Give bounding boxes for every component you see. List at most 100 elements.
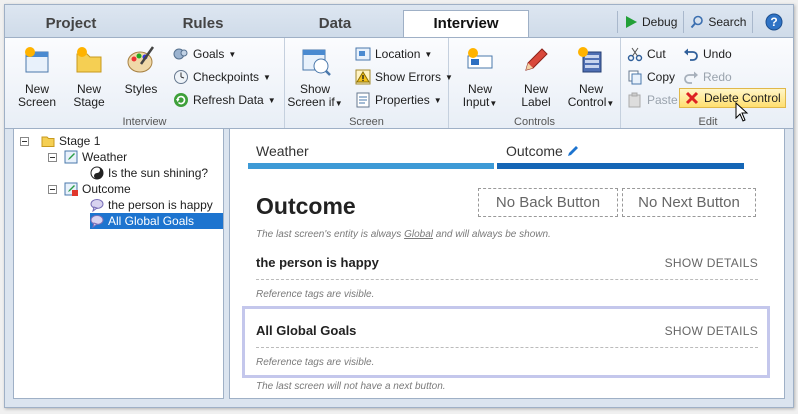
entity-note-text: The last screen's entity is always	[256, 229, 405, 240]
step-outcome[interactable]: Outcome	[506, 143, 579, 159]
cut-button[interactable]: Cut	[627, 44, 666, 64]
show-details-link[interactable]: SHOW DETAILS	[665, 324, 758, 338]
warning-icon	[355, 69, 371, 85]
collapse-toggle[interactable]	[48, 152, 57, 162]
tree-node-label: Is the sun shining?	[108, 166, 209, 180]
ribbon-group-screen: Show Screen if▼ Location ▼ Show Errors ▼ P…	[285, 38, 453, 130]
copy-label: Copy	[647, 70, 676, 84]
refresh-data-label: Refresh Data	[193, 93, 264, 107]
divider	[617, 11, 618, 33]
checkpoints-label: Checkpoints	[193, 70, 260, 84]
screen-icon	[64, 150, 78, 164]
undo-icon	[684, 48, 698, 61]
new-input-button[interactable]: New Input▼	[453, 44, 507, 110]
location-icon	[355, 47, 371, 61]
copy-icon	[628, 70, 642, 85]
location-dropdown[interactable]: Location ▼	[355, 44, 432, 64]
show-errors-dropdown[interactable]: Show Errors ▼	[355, 67, 453, 87]
tree-node-label: Outcome	[82, 182, 131, 196]
collapse-toggle[interactable]	[48, 184, 57, 194]
divider	[256, 347, 758, 348]
global-link[interactable]: Global	[404, 229, 433, 240]
properties-dropdown[interactable]: Properties ▼	[355, 90, 442, 110]
tree-node-outcome[interactable]: Outcome	[48, 181, 131, 197]
new-control-button[interactable]: New Control▼	[563, 44, 619, 110]
goals-icon	[173, 48, 188, 60]
show-screen-if-button[interactable]: Show Screen if▼	[287, 44, 343, 110]
new-screen-button[interactable]: New Screen	[11, 44, 63, 109]
redo-label: Redo	[703, 70, 732, 84]
paste-icon	[628, 92, 641, 108]
tree-node-goal[interactable]: the person is happy	[90, 197, 213, 213]
tree-node-label: All Global Goals	[108, 214, 195, 228]
new-stage-icon	[76, 47, 102, 73]
tab-project[interactable]: Project	[11, 11, 131, 37]
show-screen-if-label: Show Screen if	[287, 82, 335, 109]
pencil-icon	[525, 48, 548, 71]
tree-node-all-global-goals[interactable]: All Global Goals	[90, 213, 223, 229]
goal-control-selected[interactable]: All Global Goals SHOW DETAILS Reference …	[256, 323, 758, 371]
undo-button[interactable]: Undo	[683, 44, 732, 64]
scissors-icon	[627, 47, 643, 62]
palette-icon	[127, 46, 155, 73]
debug-label: Debug	[642, 15, 678, 29]
dropdown-arrow-icon: ▼	[606, 99, 615, 108]
no-back-button[interactable]: No Back Button	[478, 188, 618, 217]
ribbon-group-label: Interview	[122, 116, 167, 128]
tab-interview[interactable]: Interview	[403, 10, 529, 38]
tree-node-weather[interactable]: Weather	[48, 149, 127, 165]
new-label-label: New Label	[521, 82, 551, 109]
styles-label: Styles	[124, 82, 158, 96]
step-label: Weather	[256, 143, 309, 159]
tree-node-label: the person is happy	[108, 198, 213, 212]
new-control-label: New Control	[567, 82, 607, 109]
dropdown-arrow-icon: ▼	[424, 49, 433, 59]
control-title: All Global Goals	[256, 323, 357, 338]
goal-control[interactable]: the person is happy SHOW DETAILS Referen…	[256, 255, 758, 303]
delete-control-button[interactable]: Delete Control	[679, 88, 786, 108]
refresh-icon	[174, 93, 188, 107]
paste-button[interactable]: Paste	[627, 90, 678, 110]
new-stage-label: New Stage	[73, 82, 105, 109]
divider	[256, 279, 758, 280]
goals-label: Goals	[193, 47, 225, 61]
goal-bubble-icon	[90, 215, 104, 228]
new-screen-icon	[25, 47, 49, 73]
help-button[interactable]: ?	[765, 13, 783, 31]
redo-button[interactable]: Redo	[683, 67, 732, 87]
reference-tags-note: Reference tags are visible.	[256, 289, 375, 300]
outcome-screen-icon	[64, 182, 78, 196]
refresh-data-dropdown[interactable]: Refresh Data ▼	[173, 90, 276, 110]
tab-rules[interactable]: Rules	[143, 11, 263, 37]
tree-node-question[interactable]: Is the sun shining?	[90, 165, 208, 181]
checkpoints-icon	[174, 70, 188, 84]
cut-label: Cut	[647, 47, 666, 61]
paste-label: Paste	[647, 93, 678, 107]
debug-button[interactable]: Debug	[624, 15, 677, 29]
yin-yang-icon	[90, 166, 104, 180]
tab-data[interactable]: Data	[275, 11, 395, 37]
dropdown-arrow-icon: ▼	[433, 95, 442, 105]
new-input-icon	[467, 48, 493, 69]
ribbon-group-label: Controls	[514, 116, 555, 128]
search-button[interactable]: Search	[690, 15, 746, 29]
no-next-button[interactable]: No Next Button	[622, 188, 756, 217]
show-details-link[interactable]: SHOW DETAILS	[665, 256, 758, 270]
styles-button[interactable]: Styles	[117, 44, 165, 96]
collapse-toggle[interactable]	[20, 136, 29, 146]
new-label-button[interactable]: New Label	[511, 44, 561, 109]
properties-icon	[356, 92, 370, 108]
search-icon	[691, 15, 704, 29]
new-stage-button[interactable]: New Stage	[65, 44, 113, 109]
checkpoints-dropdown[interactable]: Checkpoints ▼	[173, 67, 271, 87]
step-weather[interactable]: Weather	[256, 143, 309, 159]
goals-dropdown[interactable]: Goals ▼	[173, 44, 236, 64]
tree-node-stage-1[interactable]: Stage 1	[20, 133, 100, 149]
properties-label: Properties	[375, 93, 430, 107]
search-label: Search	[708, 15, 747, 29]
screen-designer: Weather Outcome Outcome No Back Button N…	[229, 128, 785, 399]
interview-tree: Stage 1 Weather Is the sun shining? Outc…	[13, 128, 224, 399]
dropdown-arrow-icon: ▼	[489, 99, 498, 108]
copy-button[interactable]: Copy	[627, 67, 675, 87]
goal-bubble-icon	[90, 199, 104, 212]
